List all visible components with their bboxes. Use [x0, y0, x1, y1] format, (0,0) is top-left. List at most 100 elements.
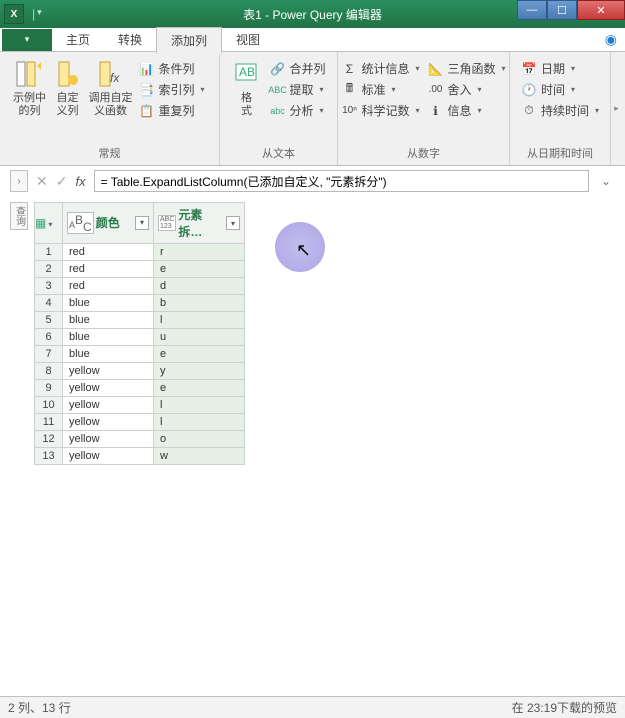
- ribbon-tabs: ▾ 主页 转换 添加列 视图 ◉: [0, 28, 625, 52]
- table-row[interactable]: 8yellowy: [35, 363, 245, 380]
- number-col2: 📐三角函数▾ .00舍入▾ ℹ信息▾: [424, 56, 510, 143]
- table-row[interactable]: 5bluel: [35, 312, 245, 329]
- cell-element[interactable]: o: [154, 431, 245, 448]
- cell-element[interactable]: e: [154, 261, 245, 278]
- maximize-button[interactable]: ☐: [547, 0, 577, 20]
- cancel-formula-icon[interactable]: ✕: [36, 173, 48, 190]
- clock-icon: 🕐: [521, 82, 537, 98]
- filter-icon[interactable]: ▾: [226, 216, 240, 230]
- cell-element[interactable]: l: [154, 414, 245, 431]
- table-corner[interactable]: ▦▾: [35, 203, 63, 244]
- column-header-element[interactable]: ABC 123 元素拆… ▾: [154, 203, 245, 244]
- standard-icon: 🖩: [341, 82, 357, 98]
- cell-element[interactable]: e: [154, 346, 245, 363]
- file-tab[interactable]: ▾: [2, 29, 52, 51]
- table-row[interactable]: 10yellowl: [35, 397, 245, 414]
- table-row[interactable]: 3redd: [35, 278, 245, 295]
- tab-view[interactable]: 视图: [222, 27, 274, 52]
- cell-element[interactable]: l: [154, 312, 245, 329]
- scientific-icon: 10ⁿ: [341, 103, 357, 119]
- row-number: 8: [35, 363, 63, 380]
- tab-home[interactable]: 主页: [52, 27, 104, 52]
- window-buttons: — ☐ ✕: [517, 0, 625, 20]
- cell-element[interactable]: u: [154, 329, 245, 346]
- cell-color[interactable]: red: [63, 278, 154, 295]
- data-grid: ▦▾ ABC 颜色 ▾ ABC 123 元素拆… ▾ 1redr: [34, 202, 245, 465]
- cell-element[interactable]: b: [154, 295, 245, 312]
- formula-input[interactable]: = Table.ExpandListColumn(已添加自定义, "元素拆分"): [94, 170, 589, 192]
- column-header-color[interactable]: ABC 颜色 ▾: [63, 203, 154, 244]
- date-button[interactable]: 📅日期▾: [517, 58, 603, 79]
- cell-element[interactable]: w: [154, 448, 245, 465]
- cell-color[interactable]: yellow: [63, 414, 154, 431]
- cell-element[interactable]: e: [154, 380, 245, 397]
- accept-formula-icon[interactable]: ✓: [56, 173, 68, 190]
- ribbon: 示例中 的列 自定 义列 fx 调用自定 义函数 📊条件列 📑索引列▾ 📋重复列…: [0, 52, 625, 166]
- round-icon: .00: [428, 82, 444, 98]
- custom-column-button[interactable]: 自定 义列: [48, 56, 86, 143]
- invoke-custom-function-button[interactable]: fx 调用自定 义函数: [86, 56, 134, 143]
- table-row[interactable]: 12yellowo: [35, 431, 245, 448]
- row-number: 9: [35, 380, 63, 397]
- table-row[interactable]: 2rede: [35, 261, 245, 278]
- table-row[interactable]: 4blueb: [35, 295, 245, 312]
- queries-panel-toggle[interactable]: ›: [10, 170, 28, 192]
- cell-color[interactable]: yellow: [63, 363, 154, 380]
- information-button[interactable]: ℹ信息▾: [424, 100, 510, 121]
- cell-color[interactable]: red: [63, 244, 154, 261]
- fx-icon[interactable]: fx: [75, 174, 85, 189]
- ribbon-overflow[interactable]: ▸: [610, 52, 622, 165]
- cell-element[interactable]: l: [154, 397, 245, 414]
- tab-transform[interactable]: 转换: [104, 27, 156, 52]
- scientific-button[interactable]: 10ⁿ科学记数▾: [337, 100, 423, 121]
- table-row[interactable]: 9yellowe: [35, 380, 245, 397]
- statistics-button[interactable]: Σ统计信息▾: [337, 58, 423, 79]
- cell-color[interactable]: blue: [63, 312, 154, 329]
- merge-columns-button[interactable]: 🔗合并列: [265, 58, 329, 79]
- table-row[interactable]: 6blueu: [35, 329, 245, 346]
- cell-color[interactable]: blue: [63, 329, 154, 346]
- extract-button[interactable]: ABC提取▾: [265, 79, 329, 100]
- cell-color[interactable]: yellow: [63, 397, 154, 414]
- titlebar: X | ▾ 表1 - Power Query 编辑器 — ☐ ✕: [0, 0, 625, 28]
- chevron-down-icon: ▾: [391, 85, 395, 94]
- cell-color[interactable]: red: [63, 261, 154, 278]
- cell-color[interactable]: yellow: [63, 380, 154, 397]
- extract-icon: ABC: [269, 82, 285, 98]
- filter-icon[interactable]: ▾: [135, 216, 149, 230]
- cell-element[interactable]: d: [154, 278, 245, 295]
- tab-addcolumn[interactable]: 添加列: [156, 27, 222, 54]
- index-icon: 📑: [138, 82, 154, 98]
- table-row[interactable]: 7bluee: [35, 346, 245, 363]
- table-row[interactable]: 11yellowl: [35, 414, 245, 431]
- qat-dropdown-icon[interactable]: ▾: [37, 7, 42, 21]
- table-row[interactable]: 13yelloww: [35, 448, 245, 465]
- conditional-column-button[interactable]: 📊条件列: [134, 58, 208, 79]
- help-icon[interactable]: ◉: [605, 31, 617, 48]
- cell-color[interactable]: yellow: [63, 448, 154, 465]
- table-row[interactable]: 1redr: [35, 244, 245, 261]
- index-column-button[interactable]: 📑索引列▾: [134, 79, 208, 100]
- time-button[interactable]: 🕐时间▾: [517, 79, 603, 100]
- row-number: 10: [35, 397, 63, 414]
- cell-color[interactable]: blue: [63, 346, 154, 363]
- column-from-examples-button[interactable]: 示例中 的列: [10, 56, 48, 143]
- cell-color[interactable]: yellow: [63, 431, 154, 448]
- cell-element[interactable]: r: [154, 244, 245, 261]
- cell-color[interactable]: blue: [63, 295, 154, 312]
- duplicate-column-button[interactable]: 📋重复列: [134, 100, 208, 121]
- cell-element[interactable]: y: [154, 363, 245, 380]
- close-button[interactable]: ✕: [577, 0, 625, 20]
- type-any-icon: ABC 123: [158, 215, 176, 231]
- chevron-down-icon: ▾: [502, 64, 506, 73]
- duration-button[interactable]: ⏱持续时间▾: [517, 100, 603, 121]
- standard-button[interactable]: 🖩标准▾: [337, 79, 423, 100]
- trigonometry-button[interactable]: 📐三角函数▾: [424, 58, 510, 79]
- expand-formula-icon[interactable]: ⌄: [597, 174, 615, 188]
- format-button[interactable]: AB 格 式: [227, 56, 265, 143]
- parse-button[interactable]: abc分析▾: [265, 100, 329, 121]
- left-panel-toggle[interactable]: 查询: [10, 202, 28, 230]
- stats-icon: Σ: [341, 61, 357, 77]
- rounding-button[interactable]: .00舍入▾: [424, 79, 510, 100]
- minimize-button[interactable]: —: [517, 0, 547, 20]
